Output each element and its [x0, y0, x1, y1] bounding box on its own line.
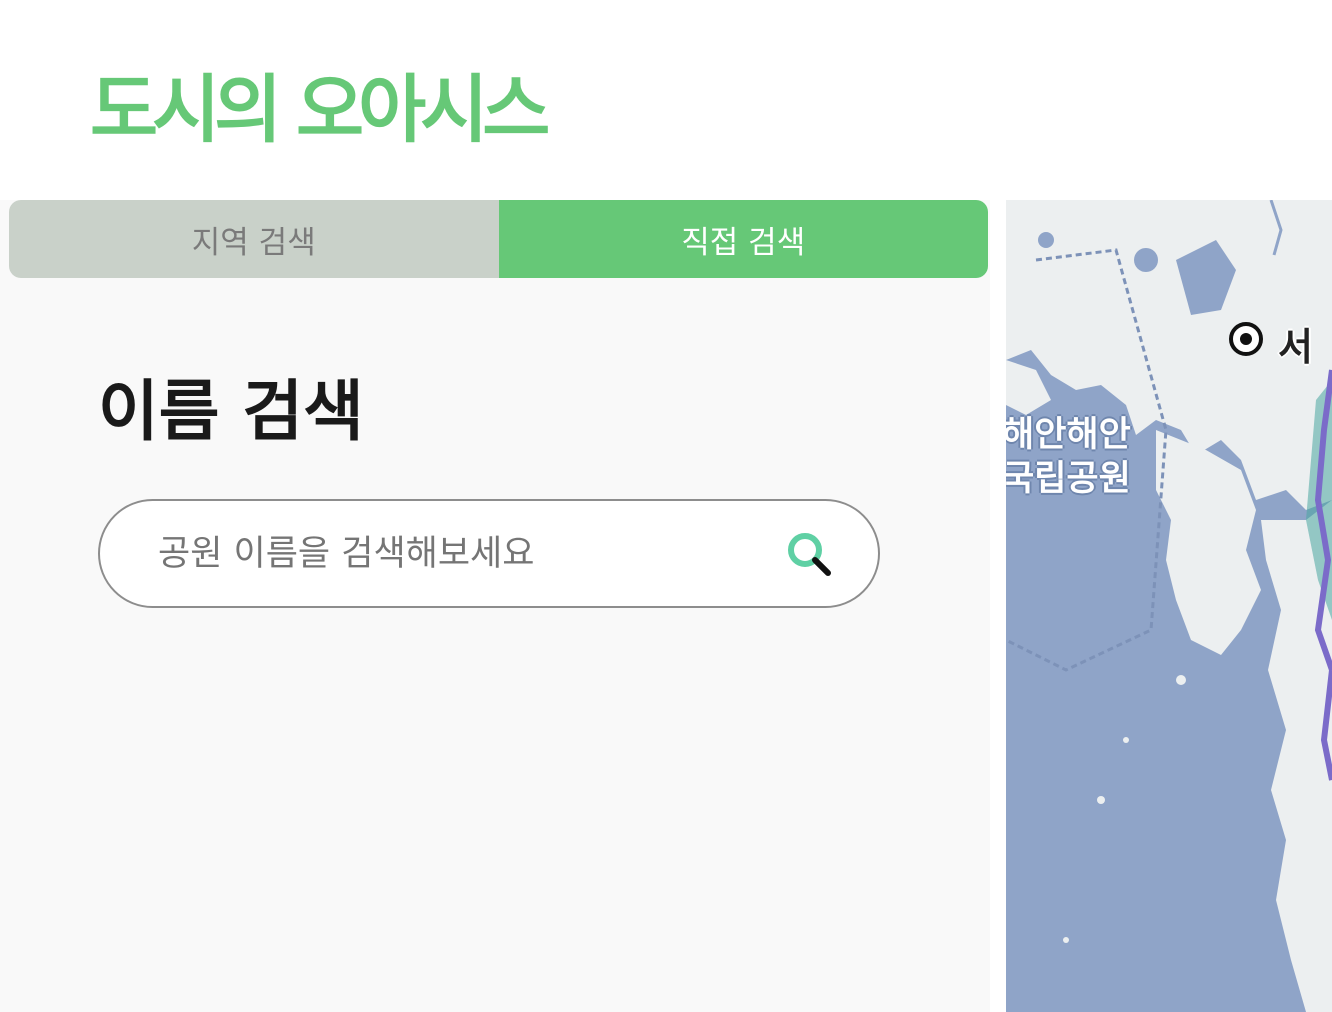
section-title: 이름 검색: [98, 373, 364, 450]
app-title: 도시의 오아시스: [90, 67, 550, 153]
city-marker-icon: [1229, 322, 1263, 356]
search-input[interactable]: [158, 523, 758, 585]
map-view[interactable]: 해안해안 국립공원 서: [1006, 200, 1332, 1012]
search-icon: [788, 533, 831, 576]
app-page: 도시의 오아시스 지역 검색 직접 검색 이름 검색 공원 이름을 검색해보세요…: [0, 0, 1332, 1012]
map-label-park-line2: 국립공원: [1006, 459, 1131, 499]
search-box: [98, 499, 880, 608]
map-label-city: 서: [1278, 325, 1313, 369]
search-button[interactable]: [784, 529, 838, 583]
tab-region-search[interactable]: 지역 검색: [9, 200, 499, 278]
tab-direct-search[interactable]: 직접 검색: [498, 200, 988, 278]
map-label-park-line1: 해안해안: [1006, 415, 1131, 455]
search-mode-tabs: 지역 검색 직접 검색: [9, 200, 988, 278]
